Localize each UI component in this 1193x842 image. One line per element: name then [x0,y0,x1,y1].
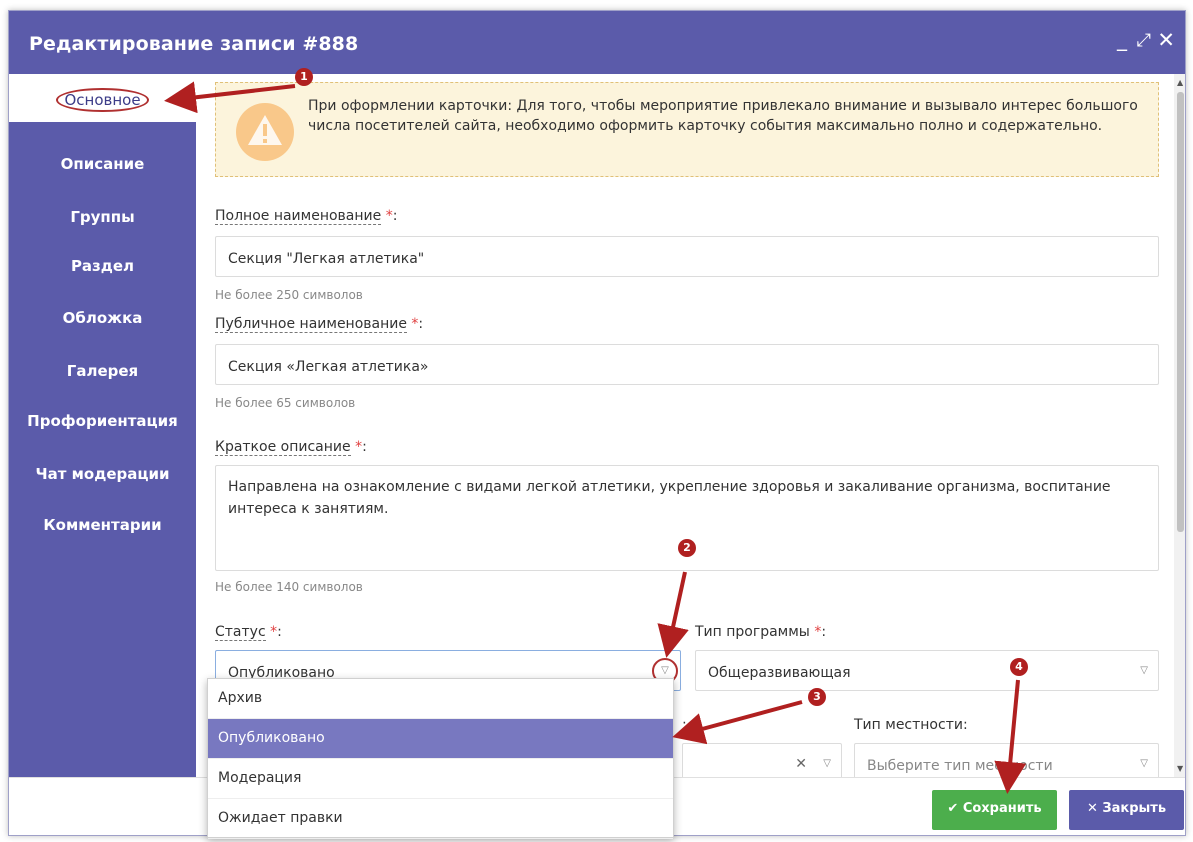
status-option-awaiting-edits[interactable]: Ожидает правки [208,799,673,839]
hidden-field-label: : [682,717,687,733]
dialog-titlebar: Редактирование записи #888 _ ⤢ ✕ [9,11,1185,74]
scroll-thumb[interactable] [1177,92,1184,532]
sidebar-item-section[interactable]: Раздел [9,257,196,275]
scroll-up-icon[interactable]: ▲ [1177,78,1183,87]
save-button[interactable]: ✔ Сохранить [932,790,1057,830]
close-icon[interactable]: ✕ [1157,28,1175,52]
program-type-label: Тип программы *: [695,624,827,640]
info-alert: При оформлении карточки: Для того, чтобы… [215,82,1159,177]
chevron-down-icon: ▽ [823,758,831,769]
content-scrollbar[interactable]: ▲ ▼ [1174,74,1185,777]
scroll-down-icon[interactable]: ▼ [1177,764,1183,773]
sidebar-item-moderation-chat[interactable]: Чат модерации [9,465,196,483]
clear-icon[interactable]: ✕ [795,756,807,772]
maximize-icon[interactable]: ⤢ [1137,30,1151,51]
full-name-label: Полное наименование *: [215,208,398,225]
short-desc-hint: Не более 140 символов [215,580,363,594]
public-name-label: Публичное наименование *: [215,316,424,333]
sidebar-nav: Основное Описание Группы Раздел Обложка … [9,74,196,777]
status-label: Статус *: [215,624,282,641]
sidebar-item-comments[interactable]: Комментарии [9,516,196,534]
close-button[interactable]: ✕ Закрыть [1069,790,1184,830]
chevron-down-icon: ▽ [1140,758,1148,769]
check-icon: ✔ [947,801,959,816]
sidebar-item-groups[interactable]: Группы [9,208,196,226]
annotation-badge-4: 4 [1010,658,1028,676]
alert-text: При оформлении карточки: Для того, чтобы… [308,98,1138,134]
sidebar-item-gallery[interactable]: Галерея [9,362,196,380]
sidebar-item-label: Основное [56,88,149,112]
locality-type-label: Тип местности: [854,717,968,733]
full-name-input[interactable]: Секция "Легкая атлетика" [215,236,1159,277]
full-name-hint: Не более 250 символов [215,288,363,302]
program-type-select[interactable]: Общеразвивающая ▽ [695,650,1159,691]
locality-type-select[interactable]: Выберите тип местности ▽ [854,743,1159,777]
sidebar-item-main[interactable]: Основное [9,74,196,122]
status-option-archive[interactable]: Архив [208,679,673,719]
program-type-value: Общеразвивающая [708,665,851,681]
minimize-icon[interactable]: _ [1117,27,1127,51]
chevron-down-icon: ▽ [1140,665,1148,676]
public-name-hint: Не более 65 символов [215,396,356,410]
form-content: При оформлении карточки: Для того, чтобы… [196,74,1174,777]
locality-type-placeholder: Выберите тип местности [867,758,1053,774]
sidebar-item-cover[interactable]: Обложка [9,309,196,327]
short-desc-label: Краткое описание *: [215,439,367,456]
sidebar-item-career-guidance[interactable]: Профориентация [9,412,196,430]
warning-icon [236,103,294,161]
status-option-moderation[interactable]: Модерация [208,759,673,799]
status-option-published[interactable]: Опубликовано [208,719,673,759]
sidebar-item-description[interactable]: Описание [9,155,196,173]
close-icon: ✕ [1086,801,1098,816]
status-dropdown-menu: Архив Опубликовано Модерация Ожидает пра… [207,678,674,839]
annotation-badge-2: 2 [678,539,696,557]
annotation-badge-1: 1 [295,68,313,86]
annotation-badge-3: 3 [808,688,826,706]
public-name-input[interactable]: Секция «Легкая атлетика» [215,344,1159,385]
dialog-title: Редактирование записи #888 [29,33,359,55]
hidden-select[interactable]: ✕ ▽ [682,743,842,777]
